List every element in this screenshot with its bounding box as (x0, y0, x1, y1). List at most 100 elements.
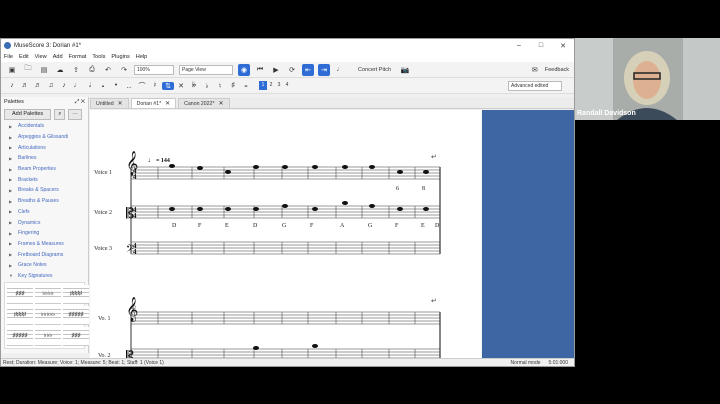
palette-clefs[interactable]: ▶ Clefs (1, 207, 88, 218)
key-signature-cell[interactable]: ♭♭♭♭♭ (35, 306, 61, 326)
palette-fretboard-diagrams[interactable]: ▶ Fretboard Diagrams (1, 249, 88, 260)
tie-icon[interactable]: ⌒ (136, 81, 148, 91)
flip-icon[interactable]: ⇅ (162, 81, 174, 90)
voice-3-button[interactable]: 3 (275, 81, 283, 90)
duration-whole-icon[interactable]: 𝅝 (97, 82, 109, 90)
duration-64th-icon[interactable]: ♬ (19, 82, 31, 89)
natural-icon[interactable]: ♮ (214, 82, 226, 90)
loop-icon[interactable]: ⟳ (286, 64, 298, 76)
key-signature-cell[interactable]: ♯♯♯♯ (63, 285, 89, 305)
close-tab-icon[interactable]: ✕ (165, 100, 170, 107)
palette-arpeggios-glissandi[interactable]: ▶ Arpeggios & Glissandi (1, 132, 88, 143)
palette-barlines[interactable]: ▶ Barlines (1, 153, 88, 164)
feedback-button[interactable]: Feedback (545, 67, 569, 73)
maximize-button[interactable]: □ (530, 42, 552, 50)
key-signature-cell[interactable]: ♭♭♭ (35, 327, 61, 347)
dot-icon[interactable]: • (110, 82, 122, 89)
menu-help[interactable]: Help (136, 54, 148, 60)
play-icon[interactable]: ▶ (270, 64, 282, 76)
palette-label: Arpeggios & Glissandi (18, 134, 69, 141)
add-palettes-button[interactable]: Add Palettes (4, 108, 52, 120)
close-tab-icon[interactable]: ✕ (118, 100, 123, 107)
concert-pitch-button[interactable]: Concert Pitch (358, 67, 391, 73)
double-dot-icon[interactable]: ‥ (123, 82, 135, 90)
palette-label: Fingering (18, 230, 40, 237)
double-flat-icon[interactable]: 𝄫 (188, 82, 200, 90)
search-icon[interactable]: ⌕ (54, 108, 66, 120)
key-signature-cell[interactable]: ♯♯♯♯♯ (63, 306, 89, 326)
rest-icon[interactable]: 𝄽 (149, 82, 161, 90)
key-signature-cell[interactable]: ♯♯♯ (7, 285, 33, 305)
tab-canon[interactable]: Canon 2022* ✕ (178, 98, 230, 108)
menu-edit[interactable]: Edit (19, 54, 29, 60)
menu-format[interactable]: Format (69, 54, 87, 60)
zoom-select[interactable]: 100% (134, 64, 174, 75)
navigator-icon[interactable]: ◉ (238, 63, 250, 76)
voice1-short-label[interactable]: Vo. 1 (98, 316, 111, 322)
palette-accidentals[interactable]: ▶ Accidentals (1, 121, 88, 132)
palette-breaths-pauses[interactable]: ▶ Breaths & Pauses (1, 196, 88, 207)
palette-fingering[interactable]: ▶ Fingering (1, 228, 88, 239)
tab-dorian[interactable]: Dorian #1* ✕ (130, 98, 177, 108)
menu-add[interactable]: Add (53, 54, 63, 60)
palette-frames-measures[interactable]: ▶ Frames & Measures (1, 239, 88, 250)
key-signature-cell[interactable]: ♭♭♭♭ (35, 285, 61, 305)
key-signature-cell[interactable]: ♯♯♯♯ (7, 306, 33, 326)
new-file-icon[interactable]: ▣ (6, 64, 18, 76)
view-mode-select[interactable]: Page View (179, 64, 233, 75)
upload-icon[interactable]: ⇪ (70, 64, 82, 76)
voice1-label[interactable]: Voice 1 (94, 170, 112, 176)
rewind-icon[interactable]: ⏮ (254, 64, 266, 76)
note-input-icon[interactable]: ♪ (6, 82, 18, 89)
score-canvas[interactable]: 𝄞 𝄞 𝄡 𝄡 𝄢 𝄢 4 4 4 4 4 4 ♩ = 144 Voice 1 … (90, 110, 481, 366)
palette-grace-notes[interactable]: ▶ Grace Notes (1, 260, 88, 271)
metronome-icon[interactable]: ♩ (334, 64, 346, 76)
duration-16th-icon[interactable]: ♫ (45, 82, 57, 89)
status-text: Rest; Duration: Measure; Voice: 1; Measu… (3, 360, 164, 366)
double-sharp-icon[interactable]: 𝄪 (240, 82, 252, 90)
voice3-label[interactable]: Voice 3 (94, 246, 112, 252)
key-signature-cell[interactable]: ♯♯♯ (63, 327, 89, 347)
menu-file[interactable]: File (4, 54, 13, 60)
main-toolbar: ▣ 🗀 ▤ ☁ ⇪ ⎙ ↶ ↷ 100% Page View ◉ ⏮ ▶ ⟳ ⇤… (1, 62, 574, 78)
palette-breaks-spacers[interactable]: ▶ Breaks & Spacers (1, 185, 88, 196)
cloud-upload-icon[interactable]: ☁ (54, 64, 66, 76)
voice-4-button[interactable]: 4 (283, 81, 291, 90)
more-options-icon[interactable]: ··· (68, 108, 82, 120)
duration-32nd-icon[interactable]: ♬ (32, 82, 44, 89)
tempo-marking[interactable]: = 144 (156, 158, 170, 164)
loop-out-icon[interactable]: ⇥ (318, 63, 330, 76)
open-folder-icon[interactable]: 🗀 (22, 64, 34, 76)
menu-view[interactable]: View (35, 54, 47, 60)
undo-icon[interactable]: ↶ (102, 64, 114, 76)
duration-half-icon[interactable]: 𝅗𝅥 (84, 82, 96, 90)
voice-1-button[interactable]: 1 (259, 81, 267, 90)
menu-plugins[interactable]: Plugins (111, 54, 129, 60)
palette-brackets[interactable]: ▶ Brackets (1, 174, 88, 185)
loop-in-icon[interactable]: ⇤ (302, 63, 314, 76)
print-icon[interactable]: ⎙ (86, 64, 98, 76)
menu-tools[interactable]: Tools (92, 54, 105, 60)
feedback-icon[interactable]: ✉ (529, 64, 541, 76)
toggle-natural-icon[interactable]: ✕ (175, 82, 187, 90)
duration-eighth-icon[interactable]: ♪ (58, 82, 70, 89)
minimize-button[interactable]: – (508, 42, 530, 50)
flat-icon[interactable]: ♭ (201, 82, 213, 90)
palette-articulations[interactable]: ▶ Articulations (1, 142, 88, 153)
close-button[interactable]: ✕ (552, 42, 574, 50)
palette-dynamics[interactable]: ▶ Dynamics (1, 217, 88, 228)
close-tab-icon[interactable]: ✕ (218, 100, 223, 107)
key-signature-cell[interactable]: ♯♯♯♯♯ (7, 327, 33, 347)
palette-key-signatures[interactable]: ▼ Key Signatures (1, 271, 88, 282)
palette-beam-properties[interactable]: ▶ Beam Properties (1, 164, 88, 175)
save-icon[interactable]: ▤ (38, 64, 50, 76)
redo-icon[interactable]: ↷ (118, 64, 130, 76)
voice2-label[interactable]: Voice 2 (94, 210, 112, 216)
panel-close-icon[interactable]: ⤢ ✕ (75, 99, 85, 106)
sharp-icon[interactable]: ♯ (227, 82, 239, 89)
tab-untitled[interactable]: Untitled ✕ (90, 98, 129, 108)
workspace-select[interactable]: Advanced edited (508, 80, 562, 91)
camera-icon[interactable]: 📷 (399, 64, 411, 76)
duration-quarter-icon[interactable]: ♩ (71, 82, 83, 89)
voice-2-button[interactable]: 2 (267, 81, 275, 90)
